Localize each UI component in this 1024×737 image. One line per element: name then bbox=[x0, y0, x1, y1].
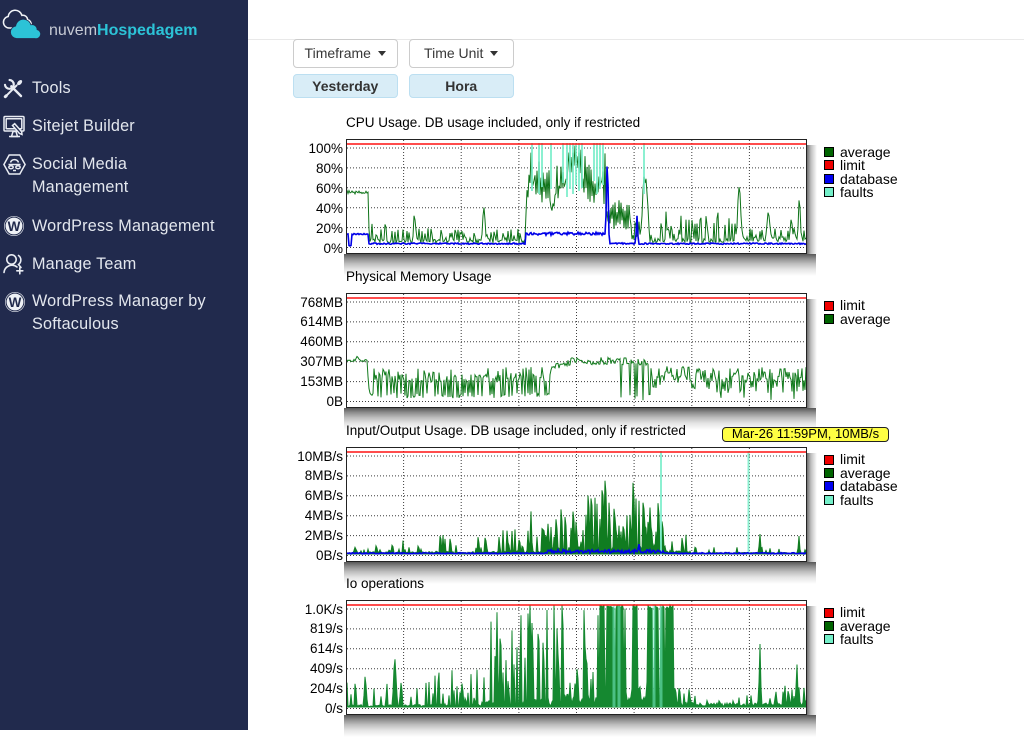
svg-text:W: W bbox=[9, 295, 22, 310]
svg-text:W: W bbox=[8, 219, 21, 234]
